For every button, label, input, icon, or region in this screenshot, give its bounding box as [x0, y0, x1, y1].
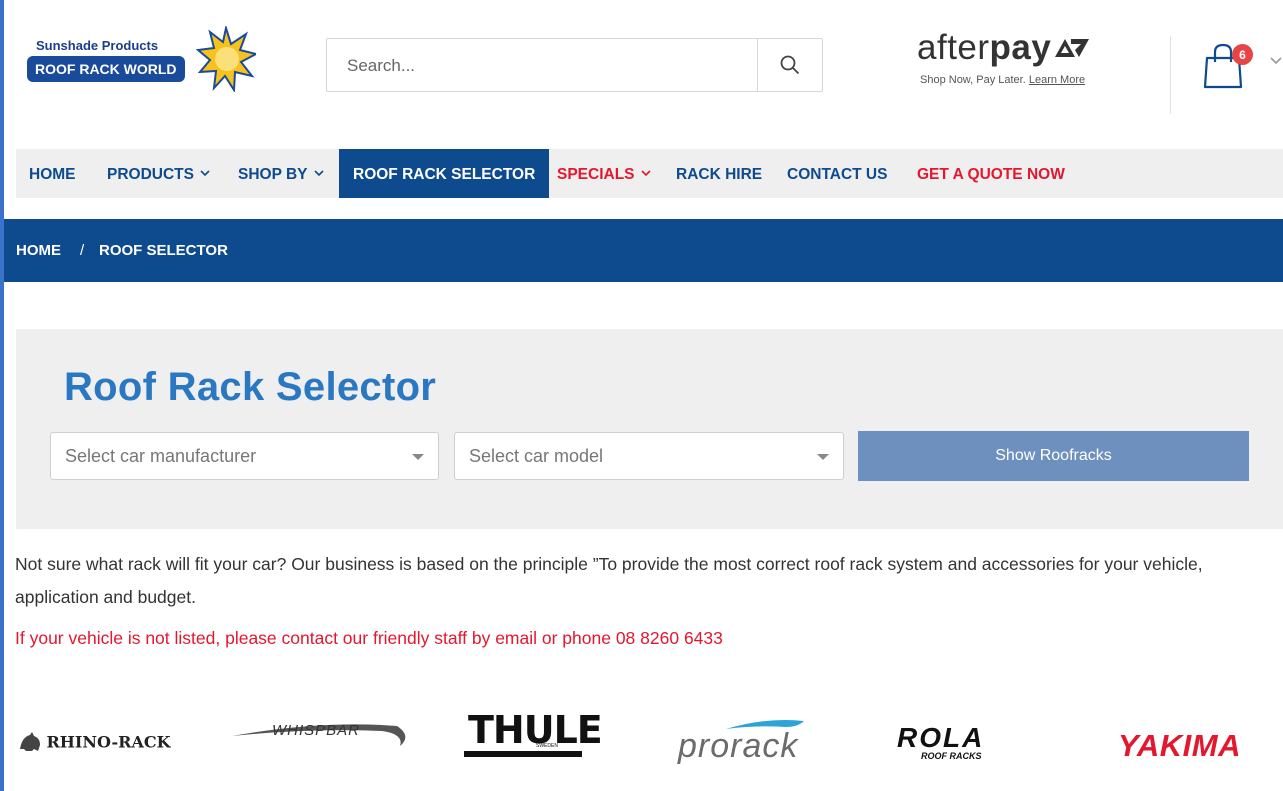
search-bar [326, 38, 823, 93]
nav-item-home[interactable]: HOME [29, 149, 76, 198]
intro-text: Not sure what rack will fit your car? Ou… [15, 554, 1203, 607]
nav-item-get-a-quote[interactable]: GET A QUOTE NOW [917, 149, 1065, 198]
afterpay-banner[interactable]: afterpay Shop Now, Pay Later. Learn More [917, 28, 1127, 102]
model-select-placeholder: Select car model [469, 446, 604, 466]
search-input[interactable] [327, 39, 779, 93]
nav-item-roof-rack-selector[interactable]: ROOF RACK SELECTOR [339, 149, 550, 198]
nav-item-contact-us[interactable]: CONTACT US [787, 149, 887, 198]
whispbar-logo[interactable]: WHISPBAR [232, 716, 412, 757]
site-header: Sunshade Products ROOF RACK WORLD afterp… [4, 0, 1283, 134]
rola-text: ROLA [897, 722, 985, 753]
afterpay-tagline-text: Shop Now, Pay Later. [920, 74, 1026, 86]
chevron-down-icon[interactable] [1269, 56, 1283, 66]
rhino-icon [20, 732, 40, 751]
sun-icon [196, 26, 256, 92]
chevron-down-icon [640, 170, 651, 177]
nav-item-products[interactable]: PRODUCTS [107, 149, 210, 198]
page-title: Roof Rack Selector [64, 365, 437, 409]
rhino-rack-text: RHINO-RACK [46, 732, 171, 752]
thule-logo-box: THULE SWEDEN [464, 708, 603, 757]
show-roofracks-button[interactable]: Show Roofracks [858, 431, 1249, 481]
cart-button[interactable]: 6 [1203, 42, 1253, 90]
nav-item-label: ROOF RACK SELECTOR [353, 166, 536, 183]
afterpay-tagline: Shop Now, Pay Later. Learn More [920, 74, 1127, 86]
manufacturer-select[interactable]: Select car manufacturer [50, 432, 439, 480]
nav-item-specials[interactable]: SPECIALS [557, 149, 651, 198]
search-button[interactable] [757, 39, 822, 91]
yakima-text: YAKIMA [1118, 728, 1241, 763]
prorack-text: prorack [678, 727, 799, 765]
rhino-rack-logo[interactable]: RHINO-RACK [18, 731, 171, 753]
afterpay-learn-more-link[interactable]: Learn More [1029, 74, 1085, 86]
caret-down-icon [817, 454, 829, 460]
logo-line2: ROOF RACK WORLD [27, 56, 185, 82]
thule-text: THULE [468, 708, 603, 752]
afterpay-logo-light: after [917, 28, 990, 67]
nav-item-label: SHOP BY [238, 166, 308, 183]
manufacturer-select-placeholder: Select car manufacturer [65, 446, 257, 466]
breadcrumb-home[interactable]: HOME [16, 242, 61, 259]
nav-item-label: PRODUCTS [107, 166, 194, 183]
main-nav: HOME PRODUCTS SHOP BY ROOF RACK SELECTOR… [16, 149, 1283, 198]
afterpay-logo-bold: pay [989, 28, 1052, 67]
thule-logo[interactable]: THULE SWEDEN [464, 708, 603, 757]
model-select[interactable]: Select car model [454, 432, 844, 480]
search-icon [780, 55, 800, 75]
breadcrumb-separator: / [80, 242, 85, 259]
nav-item-label: CONTACT US [787, 166, 888, 183]
rola-subtext: ROOF RACKS [921, 751, 982, 761]
yakima-logo[interactable]: YAKIMA [1118, 728, 1241, 764]
whispbar-text: WHISPBAR [272, 722, 361, 739]
header-divider [1170, 36, 1171, 114]
chevron-down-icon [200, 170, 210, 177]
logo-line1: Sunshade Products [36, 38, 159, 53]
afterpay-arrows-icon [1055, 39, 1090, 57]
site-logo[interactable]: Sunshade Products ROOF RACK WORLD [24, 26, 256, 96]
caret-down-icon [412, 454, 424, 460]
nav-item-label: RACK HIRE [676, 166, 763, 183]
breadcrumb-current: ROOF SELECTOR [99, 242, 228, 259]
roof-rack-selector-panel: Roof Rack Selector Select car manufactur… [16, 329, 1283, 529]
nav-item-label: HOME [29, 166, 76, 183]
vehicle-not-listed-note: If your vehicle is not listed, please co… [15, 628, 723, 648]
nav-item-label: SPECIALS [557, 166, 635, 183]
nav-item-label: GET A QUOTE NOW [917, 166, 1065, 183]
breadcrumb: HOME / ROOF SELECTOR [4, 219, 1283, 282]
cart-count-badge: 6 [1232, 44, 1253, 65]
afterpay-logo: afterpay [917, 28, 1127, 68]
nav-item-shop-by[interactable]: SHOP BY [238, 149, 324, 198]
chevron-down-icon [313, 170, 324, 177]
thule-subtext: SWEDEN [536, 743, 558, 749]
nav-item-rack-hire[interactable]: RACK HIRE [676, 149, 762, 198]
rola-logo[interactable]: ROLA ROOF RACKS [897, 722, 985, 762]
